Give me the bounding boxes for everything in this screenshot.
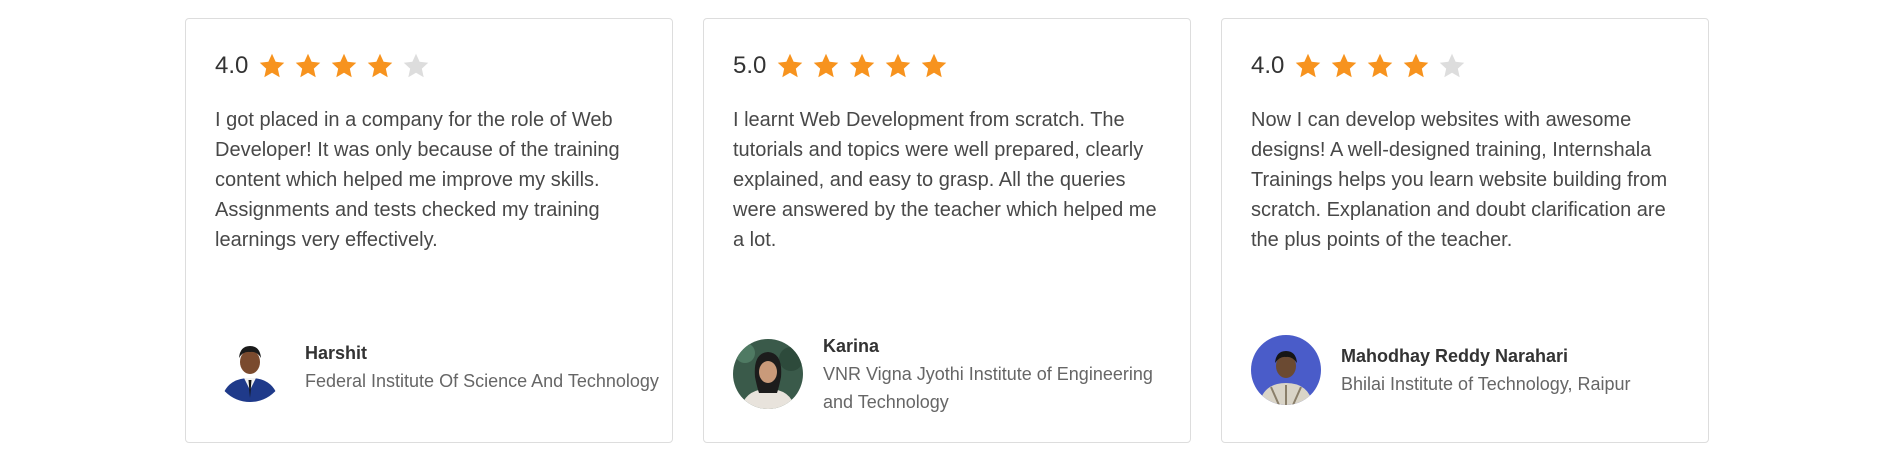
review-card: 4.0 I got placed in a company for the ro… [185, 18, 673, 443]
rating-row: 5.0 [733, 51, 948, 81]
reviewer-name: Mahodhay Reddy Narahari [1341, 346, 1569, 366]
star-filled-icon [922, 53, 947, 78]
reviewer-info: Harshit Federal Institute Of Science And… [305, 339, 665, 395]
reviewer: Karina VNR Vigna Jyothi Institute of Eng… [733, 332, 1183, 416]
reviewer: Mahodhay Reddy Narahari Bhilai Institute… [1251, 335, 1701, 405]
reviewer-photo [733, 339, 803, 409]
reviewer-info: Mahodhay Reddy Narahari Bhilai Institute… [1341, 342, 1701, 398]
reviewer-name: Karina [823, 336, 880, 356]
star-filled-icon [1404, 53, 1429, 78]
review-text: Now I can develop websites with awesome … [1251, 109, 1668, 251]
review-text: I learnt Web Development from scratch. T… [733, 109, 1157, 251]
star-rating [258, 52, 430, 80]
reviewer: Harshit Federal Institute Of Science And… [215, 332, 665, 402]
star-empty-icon [1440, 53, 1465, 78]
star-rating [776, 52, 948, 80]
review-card: 4.0 Now I can develop websites with awes… [1221, 18, 1709, 443]
reviewer-name: Harshit [305, 343, 368, 363]
reviewer-photo [1251, 335, 1321, 405]
rating-row: 4.0 [1251, 51, 1466, 81]
reviewer-college: VNR Vigna Jyothi Institute of Engineerin… [823, 364, 1153, 412]
star-filled-icon [814, 53, 839, 78]
star-filled-icon [1368, 53, 1393, 78]
star-filled-icon [368, 53, 393, 78]
reviewer-college: Federal Institute Of Science And Technol… [305, 371, 659, 391]
rating-value: 4.0 [1251, 52, 1285, 79]
rating-row: 4.0 [215, 51, 430, 81]
reviewer-info: Karina VNR Vigna Jyothi Institute of Eng… [823, 332, 1183, 416]
star-filled-icon [778, 53, 803, 78]
star-rating [1294, 52, 1466, 80]
star-filled-icon [296, 53, 321, 78]
star-filled-icon [1332, 53, 1357, 78]
review-card: 5.0 I learnt Web Development from scratc… [703, 18, 1191, 443]
star-empty-icon [404, 53, 429, 78]
star-filled-icon [886, 53, 911, 78]
star-filled-icon [850, 53, 875, 78]
rating-value: 5.0 [733, 52, 767, 79]
avatar [215, 332, 285, 402]
reviews-row: 4.0 I got placed in a company for the ro… [185, 18, 1709, 443]
avatar [733, 339, 803, 409]
review-text: I got placed in a company for the role o… [215, 109, 620, 251]
avatar [1251, 335, 1321, 405]
star-filled-icon [332, 53, 357, 78]
reviewer-college: Bhilai Institute of Technology, Raipur [1341, 374, 1631, 394]
rating-value: 4.0 [215, 52, 249, 79]
reviewer-photo [215, 332, 285, 402]
star-filled-icon [260, 53, 285, 78]
star-filled-icon [1296, 53, 1321, 78]
